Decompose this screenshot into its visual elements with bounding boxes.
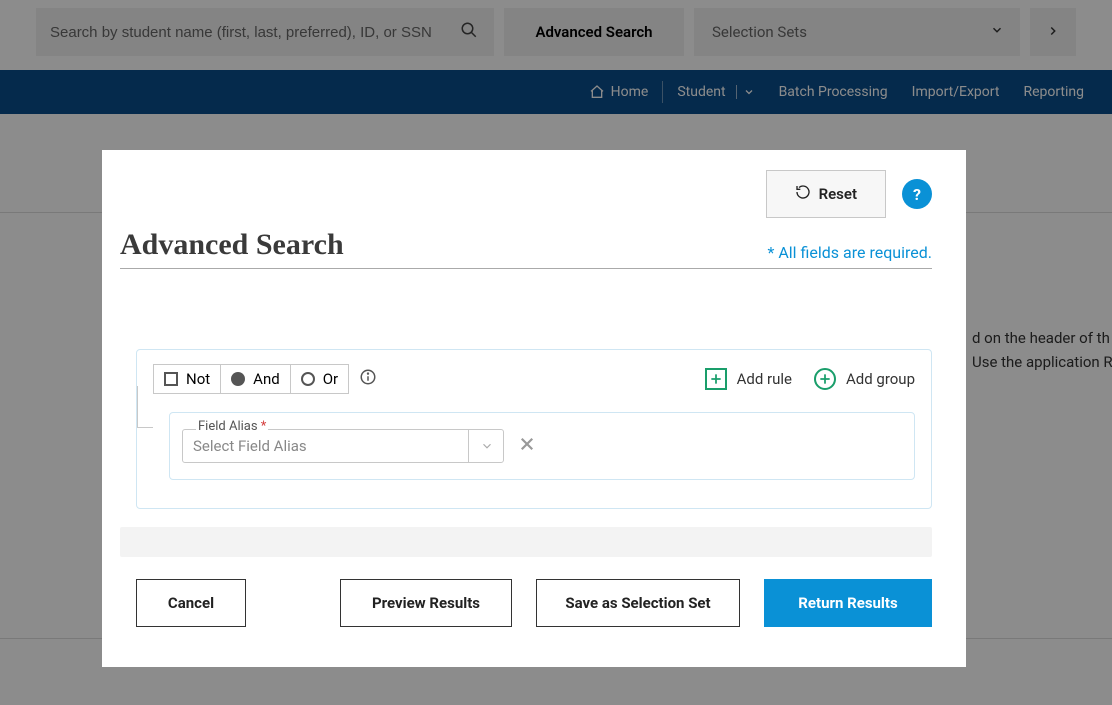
field-alias-label-text: Field Alias: [198, 419, 258, 434]
help-button[interactable]: ?: [902, 179, 932, 209]
plus-square-icon: [705, 368, 727, 390]
logic-operator-group: Not And Or: [153, 364, 349, 394]
required-asterisk: *: [261, 419, 267, 434]
reset-button[interactable]: Reset: [766, 170, 886, 218]
field-alias-label: Field Alias *: [196, 419, 268, 434]
save-selection-set-button[interactable]: Save as Selection Set: [536, 579, 740, 627]
radio-empty-icon: [301, 372, 315, 386]
cancel-button[interactable]: Cancel: [136, 579, 246, 627]
logic-or-label: Or: [323, 370, 338, 388]
info-icon[interactable]: [359, 368, 377, 390]
plus-circle-icon: [814, 368, 836, 390]
return-results-button[interactable]: Return Results: [764, 579, 932, 627]
modal-title: Advanced Search: [120, 228, 344, 262]
field-alias-select[interactable]: Select Field Alias: [182, 429, 504, 463]
query-builder: Not And Or: [136, 349, 932, 509]
checkbox-empty-icon: [164, 372, 178, 386]
add-group-button[interactable]: Add group: [814, 368, 915, 390]
add-rule-label: Add rule: [737, 370, 792, 388]
required-fields-note: * All fields are required.: [767, 243, 932, 262]
field-alias-select-wrap: Field Alias * Select Field Alias: [182, 429, 504, 463]
add-group-label: Add group: [846, 370, 915, 388]
reset-label: Reset: [819, 185, 857, 203]
rule-connector: [137, 386, 153, 428]
logic-not-label: Not: [186, 370, 210, 388]
remove-rule-button[interactable]: [518, 435, 536, 457]
advanced-search-modal: Reset ? Advanced Search * All fields are…: [102, 150, 966, 667]
rule-row: Field Alias * Select Field Alias: [169, 412, 915, 480]
preview-results-button[interactable]: Preview Results: [340, 579, 512, 627]
logic-or-toggle[interactable]: Or: [291, 364, 349, 394]
logic-not-toggle[interactable]: Not: [153, 364, 221, 394]
reset-icon: [795, 184, 811, 204]
add-rule-button[interactable]: Add rule: [705, 368, 792, 390]
chevron-down-icon[interactable]: [468, 429, 504, 463]
logic-and-label: And: [253, 370, 280, 388]
radio-filled-icon: [231, 372, 245, 386]
logic-and-toggle[interactable]: And: [221, 364, 291, 394]
results-placeholder-bar: [120, 527, 932, 557]
